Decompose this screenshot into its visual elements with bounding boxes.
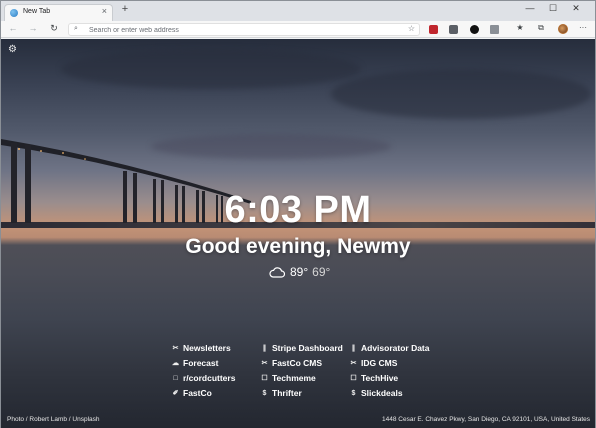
profile-avatar[interactable]	[558, 24, 568, 34]
link-thrifter[interactable]: $ Thrifter	[260, 387, 302, 399]
search-icon: ⌕	[74, 25, 78, 32]
link-idg-cms[interactable]: ✂ IDG CMS	[349, 357, 398, 369]
cloud-icon: ☁	[172, 360, 179, 367]
collections-icon[interactable]: ⧉	[536, 23, 546, 33]
refresh-button[interactable]: ↻	[48, 23, 60, 34]
link-label: r/cordcutters	[183, 373, 236, 383]
extension-red-icon[interactable]	[429, 25, 438, 34]
close-tab-icon[interactable]: ×	[102, 6, 107, 16]
link-fastco-cms[interactable]: ✂ FastCo CMS	[260, 357, 323, 369]
edge-logo-icon	[10, 9, 18, 17]
link-stripe-dashboard[interactable]: ∥ Stripe Dashboard	[260, 342, 343, 354]
address-input[interactable]	[89, 25, 389, 35]
link-fastco[interactable]: ✐ FastCo	[171, 387, 212, 399]
dollar-icon: $	[262, 389, 267, 397]
link-label: Stripe Dashboard	[272, 343, 343, 353]
favorites-bar-icon[interactable]: ★	[515, 23, 525, 32]
tv-icon: □	[173, 374, 178, 382]
cloud-shape	[331, 69, 591, 119]
new-tab-button[interactable]: +	[119, 3, 131, 15]
more-menu-icon[interactable]: ···	[578, 23, 588, 32]
close-window-button[interactable]: ✕	[566, 3, 586, 14]
dollar-icon: $	[351, 389, 356, 397]
scissors-icon: ✂	[261, 360, 268, 367]
link-label: FastCo	[183, 388, 212, 398]
link-label: TechHive	[361, 373, 399, 383]
pencil-icon: ✐	[172, 390, 179, 397]
link-label: Slickdeals	[361, 388, 403, 398]
cloud-shape	[61, 49, 361, 89]
link-techhive[interactable]: ☐ TechHive	[349, 372, 398, 384]
bar-chart-icon: ∥	[351, 345, 356, 352]
link-newsletters[interactable]: ✂ Newsletters	[171, 342, 231, 354]
navigation-toolbar: ← → ↻ ⌕ ☆ ★ ⧉ ···	[1, 21, 595, 38]
bookmark-icon: ☐	[350, 375, 357, 382]
link-techmeme[interactable]: ☐ Techmeme	[260, 372, 316, 384]
temperature-low: 69°	[312, 265, 331, 279]
link-advisorator-data[interactable]: ∥ Advisorator Data	[349, 342, 430, 354]
extension-reader-icon[interactable]	[490, 25, 499, 34]
link-r-cordcutters[interactable]: □ r/cordcutters	[171, 372, 235, 384]
extension-gray-icon[interactable]	[449, 25, 458, 34]
weather-widget[interactable]: 89° 69°	[269, 264, 330, 280]
scissors-icon: ✂	[172, 345, 179, 352]
link-label: FastCo CMS	[272, 358, 323, 368]
tab-strip: New Tab × + — ☐ ✕	[1, 1, 595, 21]
link-label: Advisorator Data	[361, 343, 430, 353]
favorite-star-icon[interactable]: ☆	[408, 24, 415, 33]
cloud-icon	[269, 267, 285, 278]
greeting-text: Good evening, Newmy	[185, 235, 411, 258]
address-bar[interactable]: ⌕ ☆	[68, 23, 420, 36]
tab-new-tab[interactable]: New Tab ×	[4, 4, 113, 21]
extension-dark-mode-icon[interactable]	[470, 25, 479, 34]
photo-location[interactable]: 1448 Cesar E. Chavez Pkwy, San Diego, CA…	[382, 416, 590, 423]
minimize-button[interactable]: —	[520, 3, 540, 13]
maximize-button[interactable]: ☐	[543, 3, 563, 14]
link-slickdeals[interactable]: $ Slickdeals	[349, 387, 403, 399]
forward-button[interactable]: →	[27, 23, 39, 33]
temperature-high: 89°	[290, 265, 309, 279]
bookmark-icon: ☐	[261, 375, 268, 382]
clock-time: 6:03 PM	[224, 189, 372, 231]
link-label: Forecast	[183, 358, 219, 368]
bar-chart-icon: ∥	[262, 345, 267, 352]
link-forecast[interactable]: ☁ Forecast	[171, 357, 218, 369]
new-tab-page: ⚙ 6:03 PM Good evening, Newmy 89° 69° ✂ …	[1, 39, 595, 428]
link-label: Thrifter	[272, 388, 302, 398]
browser-window: New Tab × + — ☐ ✕ ← → ↻ ⌕ ☆ ★ ⧉ ···	[0, 0, 596, 428]
photo-credit[interactable]: Photo / Robert Lamb / Unsplash	[7, 416, 100, 423]
link-label: Newsletters	[183, 343, 231, 353]
settings-gear-icon[interactable]: ⚙	[8, 44, 17, 55]
tab-title: New Tab	[23, 8, 51, 15]
scissors-icon: ✂	[350, 360, 357, 367]
link-label: IDG CMS	[361, 358, 398, 368]
back-button[interactable]: ←	[7, 23, 19, 33]
link-label: Techmeme	[272, 373, 316, 383]
